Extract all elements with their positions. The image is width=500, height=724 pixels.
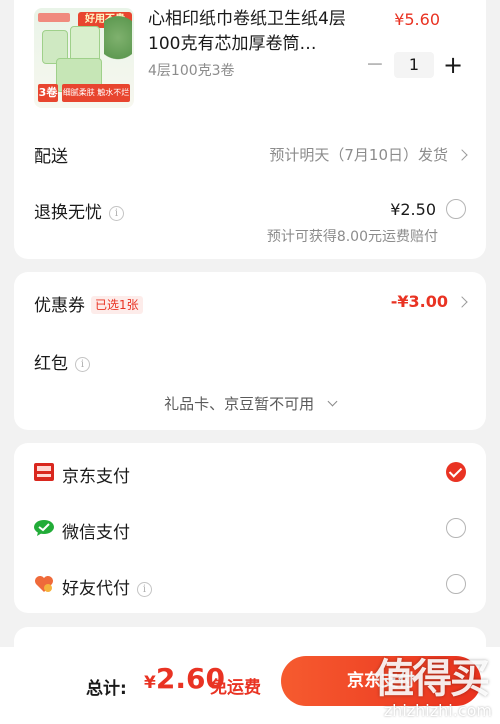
currency-symbol: ¥ bbox=[144, 673, 156, 693]
chevron-right-icon bbox=[456, 295, 468, 308]
payment-label: 京东支付 bbox=[62, 467, 130, 487]
quantity-input[interactable]: 1 bbox=[394, 52, 434, 78]
order-card: 好用不贵 3卷 细腻柔肤 触水不烂 心相印纸巾卷纸卫生纸4层100克有芯加厚卷筒… bbox=[14, 0, 486, 259]
payment-label: 好友代付 bbox=[62, 579, 130, 599]
delivery-estimate: 预计明天（7月10日）发货 bbox=[269, 146, 448, 164]
coupon-label: 优惠券 bbox=[34, 296, 85, 316]
coupon-selected-tag: 已选1张 bbox=[91, 296, 143, 314]
watermark-logo: 值得买 bbox=[374, 656, 490, 702]
payment-card: 京东支付 微信支付 好友代付 i bbox=[14, 443, 486, 613]
unavailable-text: 礼品卡、京豆暂不可用 bbox=[164, 395, 315, 413]
info-icon[interactable]: i bbox=[75, 357, 90, 372]
payment-label: 微信支付 bbox=[62, 523, 130, 543]
plant-image bbox=[104, 16, 132, 70]
wechat-pay-icon bbox=[34, 520, 54, 536]
return-insurance-label-row: 退换无忧 i bbox=[34, 198, 124, 223]
product-thumbnail[interactable]: 好用不贵 3卷 细腻柔肤 触水不烂 bbox=[34, 8, 134, 108]
return-insurance-radio[interactable] bbox=[446, 199, 466, 219]
return-insurance-row: ¥2.50 bbox=[390, 199, 466, 219]
total-label: 总计: bbox=[86, 679, 127, 699]
free-shipping-label: 免运费 bbox=[210, 678, 261, 698]
delivery-row[interactable]: 预计明天（7月10日）发货 bbox=[269, 144, 468, 165]
product-price: ¥5.60 bbox=[394, 10, 440, 29]
info-icon[interactable]: i bbox=[109, 206, 124, 221]
coupon-row[interactable]: -¥3.00 bbox=[390, 292, 468, 311]
red-packet-row: 红包 i bbox=[34, 349, 90, 374]
increase-button[interactable]: + bbox=[440, 52, 466, 78]
return-insurance-label: 退换无忧 bbox=[34, 203, 102, 223]
discount-card: 优惠券 已选1张 -¥3.00 红包 i 礼品卡、京豆暂不可用 bbox=[14, 272, 486, 430]
coupon-value: -¥3.00 bbox=[390, 292, 448, 311]
quantity-stepper: − 1 + bbox=[362, 52, 466, 78]
delivery-label: 配送 bbox=[34, 147, 68, 167]
payment-radio-checked[interactable] bbox=[446, 462, 466, 482]
watermark-text: zhizhizhi.com bbox=[383, 701, 492, 720]
payment-label-row: 好友代付 i bbox=[62, 574, 152, 599]
product-title[interactable]: 心相印纸巾卷纸卫生纸4层100克有芯加厚卷筒… bbox=[148, 7, 358, 57]
roll-count-badge: 3卷 bbox=[38, 84, 58, 102]
coupon-label-row: 优惠券 已选1张 bbox=[34, 291, 143, 316]
chevron-right-icon bbox=[456, 148, 468, 161]
unavailable-row[interactable]: 礼品卡、京豆暂不可用 bbox=[14, 393, 486, 414]
jd-pay-icon bbox=[34, 463, 54, 481]
return-insurance-price: ¥2.50 bbox=[390, 199, 436, 219]
friend-pay-icon bbox=[35, 576, 53, 592]
return-insurance-note: 预计可获得8.00元运费赔付 bbox=[266, 229, 438, 245]
info-icon[interactable]: i bbox=[137, 582, 152, 597]
payment-radio[interactable] bbox=[446, 574, 466, 594]
chevron-down-icon bbox=[327, 396, 338, 407]
decrease-button[interactable]: − bbox=[362, 52, 388, 78]
payment-radio[interactable] bbox=[446, 518, 466, 538]
brand-mark bbox=[38, 13, 70, 22]
feature-strip: 细腻柔肤 触水不烂 bbox=[62, 84, 130, 102]
product-spec: 4层100克3卷 bbox=[148, 63, 235, 79]
red-packet-label: 红包 bbox=[34, 354, 68, 374]
